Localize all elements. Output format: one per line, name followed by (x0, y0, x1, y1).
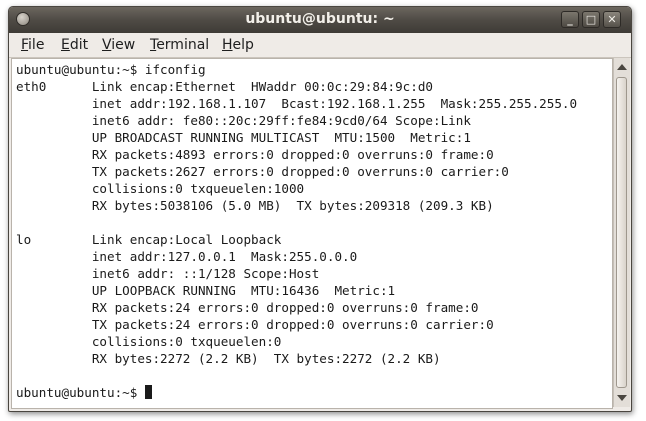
terminal-line: RX bytes:2272 (2.2 KB) TX bytes:2272 (2.… (16, 351, 441, 366)
vertical-scrollbar[interactable] (613, 58, 630, 407)
title-bar[interactable]: ubuntu@ubuntu: ~ _ □ ✕ (9, 7, 631, 33)
menu-bar: File Edit View Terminal Help (9, 33, 631, 58)
terminal-line: RX packets:24 errors:0 dropped:0 overrun… (16, 300, 479, 315)
minimize-button[interactable]: _ (561, 11, 579, 28)
terminal-output[interactable]: ubuntu@ubuntu:~$ ifconfig eth0 Link encap… (11, 58, 613, 409)
menu-file[interactable]: File (21, 37, 44, 53)
terminal-line: inet addr:192.168.1.107 Bcast:192.168.1.… (16, 96, 578, 111)
menu-edit[interactable]: Edit (61, 37, 88, 53)
terminal-line: RX packets:4893 errors:0 dropped:0 overr… (16, 147, 494, 162)
close-icon: ✕ (607, 13, 617, 26)
menu-view[interactable]: View (102, 37, 135, 53)
terminal-line: eth0 Link encap:Ethernet HWaddr 00:0c:29… (16, 79, 434, 94)
window-title: ubuntu@ubuntu: ~ (245, 11, 395, 27)
terminal-window: ubuntu@ubuntu: ~ _ □ ✕ File Edit View Te… (8, 6, 632, 412)
terminal-line: UP BROADCAST RUNNING MULTICAST MTU:1500 … (16, 130, 471, 145)
terminal-line: TX packets:2627 errors:0 dropped:0 overr… (16, 164, 509, 179)
terminal-line: TX packets:24 errors:0 dropped:0 overrun… (16, 317, 494, 332)
terminal-line: lo Link encap:Local Loopback (16, 232, 282, 247)
menu-terminal[interactable]: Terminal (150, 37, 209, 53)
terminal-line: collisions:0 txqueuelen:0 (16, 334, 282, 349)
terminal-line: inet6 addr: ::1/128 Scope:Host (16, 266, 320, 281)
scroll-up-arrow-icon[interactable] (617, 64, 627, 70)
terminal-line: collisions:0 txqueuelen:1000 (16, 181, 305, 196)
maximize-icon: □ (585, 13, 597, 26)
maximize-button[interactable]: □ (582, 11, 600, 28)
minimize-icon: _ (567, 13, 573, 26)
menu-help[interactable]: Help (222, 37, 254, 53)
scroll-thumb[interactable] (616, 77, 627, 388)
scroll-down-arrow-icon[interactable] (617, 395, 627, 401)
text-cursor (144, 385, 152, 399)
terminal-line: UP LOOPBACK RUNNING MTU:16436 Metric:1 (16, 283, 396, 298)
shell-prompt: ubuntu@ubuntu:~$ (16, 385, 145, 400)
close-button[interactable]: ✕ (603, 11, 621, 28)
terminal-line: RX bytes:5038106 (5.0 MB) TX bytes:20931… (16, 198, 494, 213)
terminal-line: ubuntu@ubuntu:~$ ifconfig (16, 62, 206, 77)
terminal-line: inet addr:127.0.0.1 Mask:255.0.0.0 (16, 249, 358, 264)
terminal-line: inet6 addr: fe80::20c:29ff:fe84:9cd0/64 … (16, 113, 471, 128)
prompt-line[interactable]: ubuntu@ubuntu:~$ (16, 384, 577, 401)
terminal-text: ubuntu@ubuntu:~$ ifconfig eth0 Link encap… (16, 61, 577, 401)
